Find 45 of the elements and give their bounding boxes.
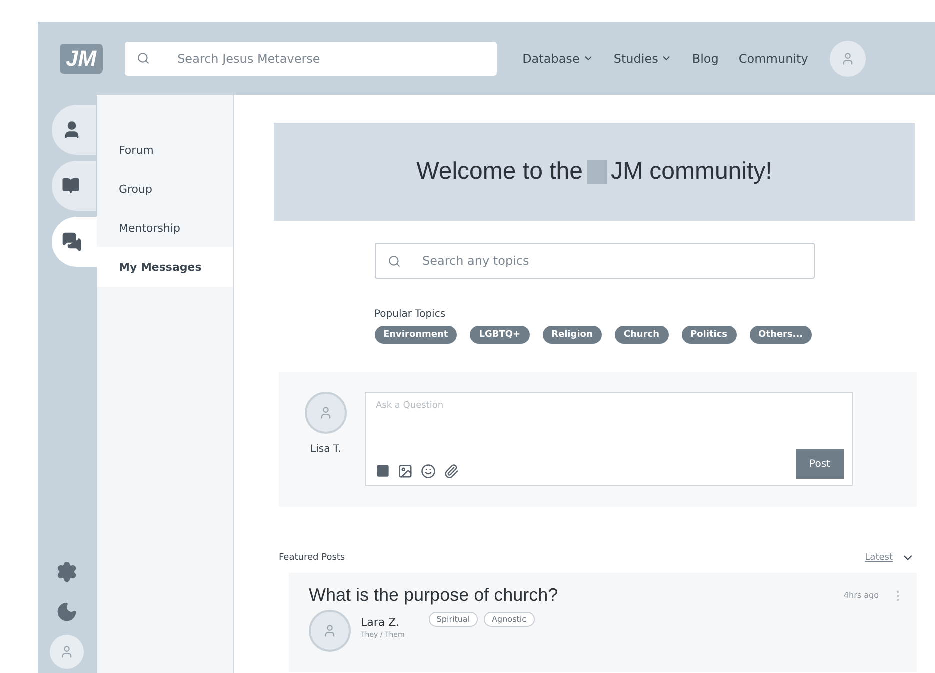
- nav-link[interactable]: Studies: [614, 52, 672, 66]
- rail-button[interactable]: [52, 161, 96, 211]
- chat-icon: [62, 232, 82, 252]
- submenu-item[interactable]: My Messages: [97, 247, 233, 287]
- section-title: Popular Topics: [374, 309, 447, 320]
- square-icon[interactable]: [376, 464, 390, 478]
- image-icon[interactable]: [398, 464, 413, 479]
- question-field[interactable]: Ask a Question Post: [365, 392, 853, 486]
- rail-button[interactable]: [52, 105, 96, 155]
- search-icon: [136, 52, 150, 65]
- nav-link[interactable]: Blog: [692, 52, 719, 66]
- topic-tag[interactable]: Others...: [750, 326, 812, 344]
- user-name: Lisa T.: [310, 444, 342, 455]
- sort-dropdown[interactable]: Latest: [865, 551, 915, 565]
- topic-tag[interactable]: LGBTQ+: [470, 326, 530, 344]
- smiley-icon[interactable]: [421, 464, 436, 479]
- topic-tag[interactable]: Environment: [374, 326, 458, 344]
- paperclip-icon[interactable]: [444, 464, 459, 479]
- topic-tag[interactable]: Religion: [542, 326, 602, 344]
- topic-search-field[interactable]: Search any topics: [374, 243, 814, 279]
- post-time: 4hrs ago: [844, 591, 879, 600]
- welcome-text: Welcome to the: [416, 158, 583, 186]
- nav-link[interactable]: Community: [738, 52, 808, 66]
- post-title[interactable]: What is the purpose of church?: [309, 585, 558, 606]
- post-tag: Spiritual: [428, 612, 478, 627]
- topic-tag[interactable]: Politics: [682, 326, 737, 344]
- post-button[interactable]: Post: [796, 449, 844, 479]
- section-title: Featured Posts: [279, 553, 346, 563]
- search-placeholder: Search any topics: [422, 254, 530, 268]
- search-icon: [388, 254, 400, 268]
- nav-link[interactable]: Database: [522, 52, 594, 66]
- submenu-item[interactable]: Group: [97, 169, 233, 209]
- logo-icon: [586, 160, 607, 184]
- search-placeholder: Search Jesus Metaverse: [178, 52, 320, 66]
- search-field[interactable]: Search Jesus Metaverse: [124, 42, 497, 76]
- topic-tag[interactable]: Church: [614, 326, 668, 344]
- welcome-text: JM community!: [610, 158, 772, 186]
- submenu-item[interactable]: Forum: [97, 130, 233, 170]
- avatar-icon: [305, 392, 347, 434]
- submenu-item[interactable]: Mentorship: [97, 208, 233, 248]
- logo[interactable]: JM: [60, 44, 103, 74]
- avatar-icon: [309, 610, 351, 652]
- post-tag: Agnostic: [484, 612, 534, 627]
- book-icon: [62, 177, 80, 195]
- author-name: Lara Z.: [361, 616, 401, 629]
